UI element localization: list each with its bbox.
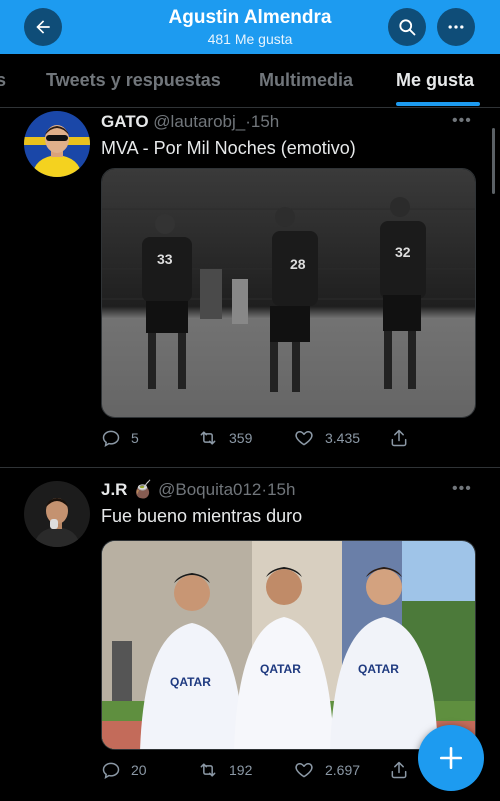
tweet-time[interactable]: 15h [251, 112, 279, 131]
tweet[interactable]: GATO @lautarobj_·15h ••• MVA - Por Mil N… [0, 108, 500, 468]
author-name[interactable]: J.R [101, 480, 127, 499]
tweet-image[interactable]: QATAR QATAR QATAR [101, 540, 476, 750]
svg-text:QATAR: QATAR [170, 675, 211, 689]
heart-icon [295, 431, 313, 446]
tab-tweets[interactable]: s [0, 70, 6, 91]
arrow-left-icon [36, 20, 50, 34]
tab-tweets-y-respuestas[interactable]: Tweets y respuestas [46, 70, 221, 91]
svg-text:28: 28 [290, 256, 306, 272]
compose-tweet-button[interactable] [418, 725, 484, 791]
share-button[interactable] [389, 428, 419, 448]
tweet-actions: 20 192 2.697 [101, 760, 421, 784]
mate-emoji: 🧉 [132, 480, 154, 499]
tweet-image[interactable]: 33 28 32 [101, 168, 476, 418]
like-button[interactable]: 2.697 [293, 760, 360, 780]
share-icon [391, 761, 407, 779]
plus-icon [439, 746, 463, 770]
tweet-header: GATO @lautarobj_·15h [101, 112, 279, 132]
heart-icon [295, 763, 313, 778]
tweet-more-button[interactable]: ••• [452, 480, 472, 498]
tweet-more-button[interactable]: ••• [452, 112, 472, 130]
avatar[interactable] [24, 481, 90, 547]
like-count: 3.435 [325, 430, 361, 446]
avatar[interactable] [24, 111, 90, 177]
tweet-text: Fue bueno mientras duro [101, 506, 303, 526]
author-handle[interactable]: @lautarobj_ [153, 112, 245, 131]
retweet-count: 359 [229, 430, 253, 446]
reply-count: 20 [131, 762, 147, 778]
svg-text:33: 33 [157, 251, 173, 267]
like-count: 2.697 [325, 762, 361, 778]
reply-count: 5 [131, 430, 139, 446]
tab-me-gusta[interactable]: Me gusta [396, 70, 474, 91]
retweet-count: 192 [229, 762, 253, 778]
tweet-header: J.R 🧉 @Boquita012·15h [101, 480, 295, 500]
profile-tabs: s Tweets y respuestas Multimedia Me gust… [0, 54, 500, 108]
reply-button[interactable]: 20 [101, 760, 147, 780]
retweet-button[interactable]: 192 [197, 760, 252, 780]
share-button[interactable] [389, 760, 419, 780]
retweet-icon [200, 431, 216, 445]
likes-count: 481 Me gusta [207, 31, 293, 47]
author-name[interactable]: GATO [101, 112, 149, 131]
svg-text:32: 32 [395, 244, 411, 260]
tab-multimedia[interactable]: Multimedia [259, 70, 353, 91]
retweet-icon [200, 763, 216, 777]
search-button[interactable] [388, 8, 426, 46]
tweet-time[interactable]: 15h [267, 480, 295, 499]
profile-name: Agustin Almendra [168, 7, 332, 28]
more-horizontal-icon [448, 25, 464, 29]
profile-header: Agustin Almendra 481 Me gusta [0, 0, 500, 54]
tweet-text: MVA - Por Mil Noches (emotivo) [101, 138, 356, 158]
header-titles: Agustin Almendra 481 Me gusta [110, 6, 390, 48]
svg-text:QATAR: QATAR [358, 662, 399, 676]
svg-text:QATAR: QATAR [260, 662, 301, 676]
reply-icon [102, 762, 120, 779]
reply-icon [102, 430, 120, 447]
reply-button[interactable]: 5 [101, 428, 139, 448]
more-options-button[interactable] [437, 8, 475, 46]
search-icon [399, 19, 416, 36]
author-handle[interactable]: @Boquita012 [158, 480, 261, 499]
share-icon [391, 429, 407, 447]
active-tab-indicator [396, 102, 480, 106]
tweet-actions: 5 359 3.435 [101, 428, 421, 452]
like-button[interactable]: 3.435 [293, 428, 360, 448]
retweet-button[interactable]: 359 [197, 428, 252, 448]
back-button[interactable] [24, 8, 62, 46]
